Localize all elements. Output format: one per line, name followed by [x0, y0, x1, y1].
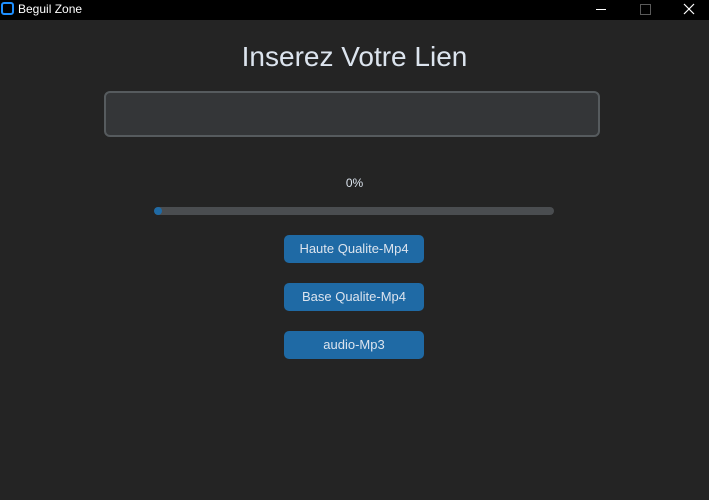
maximize-button[interactable] [622, 0, 668, 20]
title-bar[interactable]: Beguil Zone [0, 0, 709, 20]
maximize-icon [640, 4, 651, 15]
high-quality-mp4-button[interactable]: Haute Qualite-Mp4 [284, 235, 424, 263]
low-quality-mp4-button[interactable]: Base Qualite-Mp4 [284, 283, 424, 311]
minimize-icon [596, 9, 606, 10]
close-button[interactable] [665, 0, 709, 20]
close-icon [683, 3, 695, 15]
page-title: Inserez Votre Lien [241, 41, 468, 72]
app-logo-icon [1, 2, 14, 15]
progress-bar-fill [154, 207, 162, 215]
minimize-button[interactable] [578, 0, 624, 20]
window-title: Beguil Zone [18, 2, 83, 16]
progress-percent-label: 0% [345, 176, 364, 190]
download-progress-bar [154, 207, 554, 215]
app-window: Beguil Zone Inserez Votre Lien 0% Haute … [0, 0, 709, 500]
audio-mp3-button[interactable]: audio-Mp3 [284, 331, 424, 359]
link-input[interactable] [104, 91, 600, 137]
